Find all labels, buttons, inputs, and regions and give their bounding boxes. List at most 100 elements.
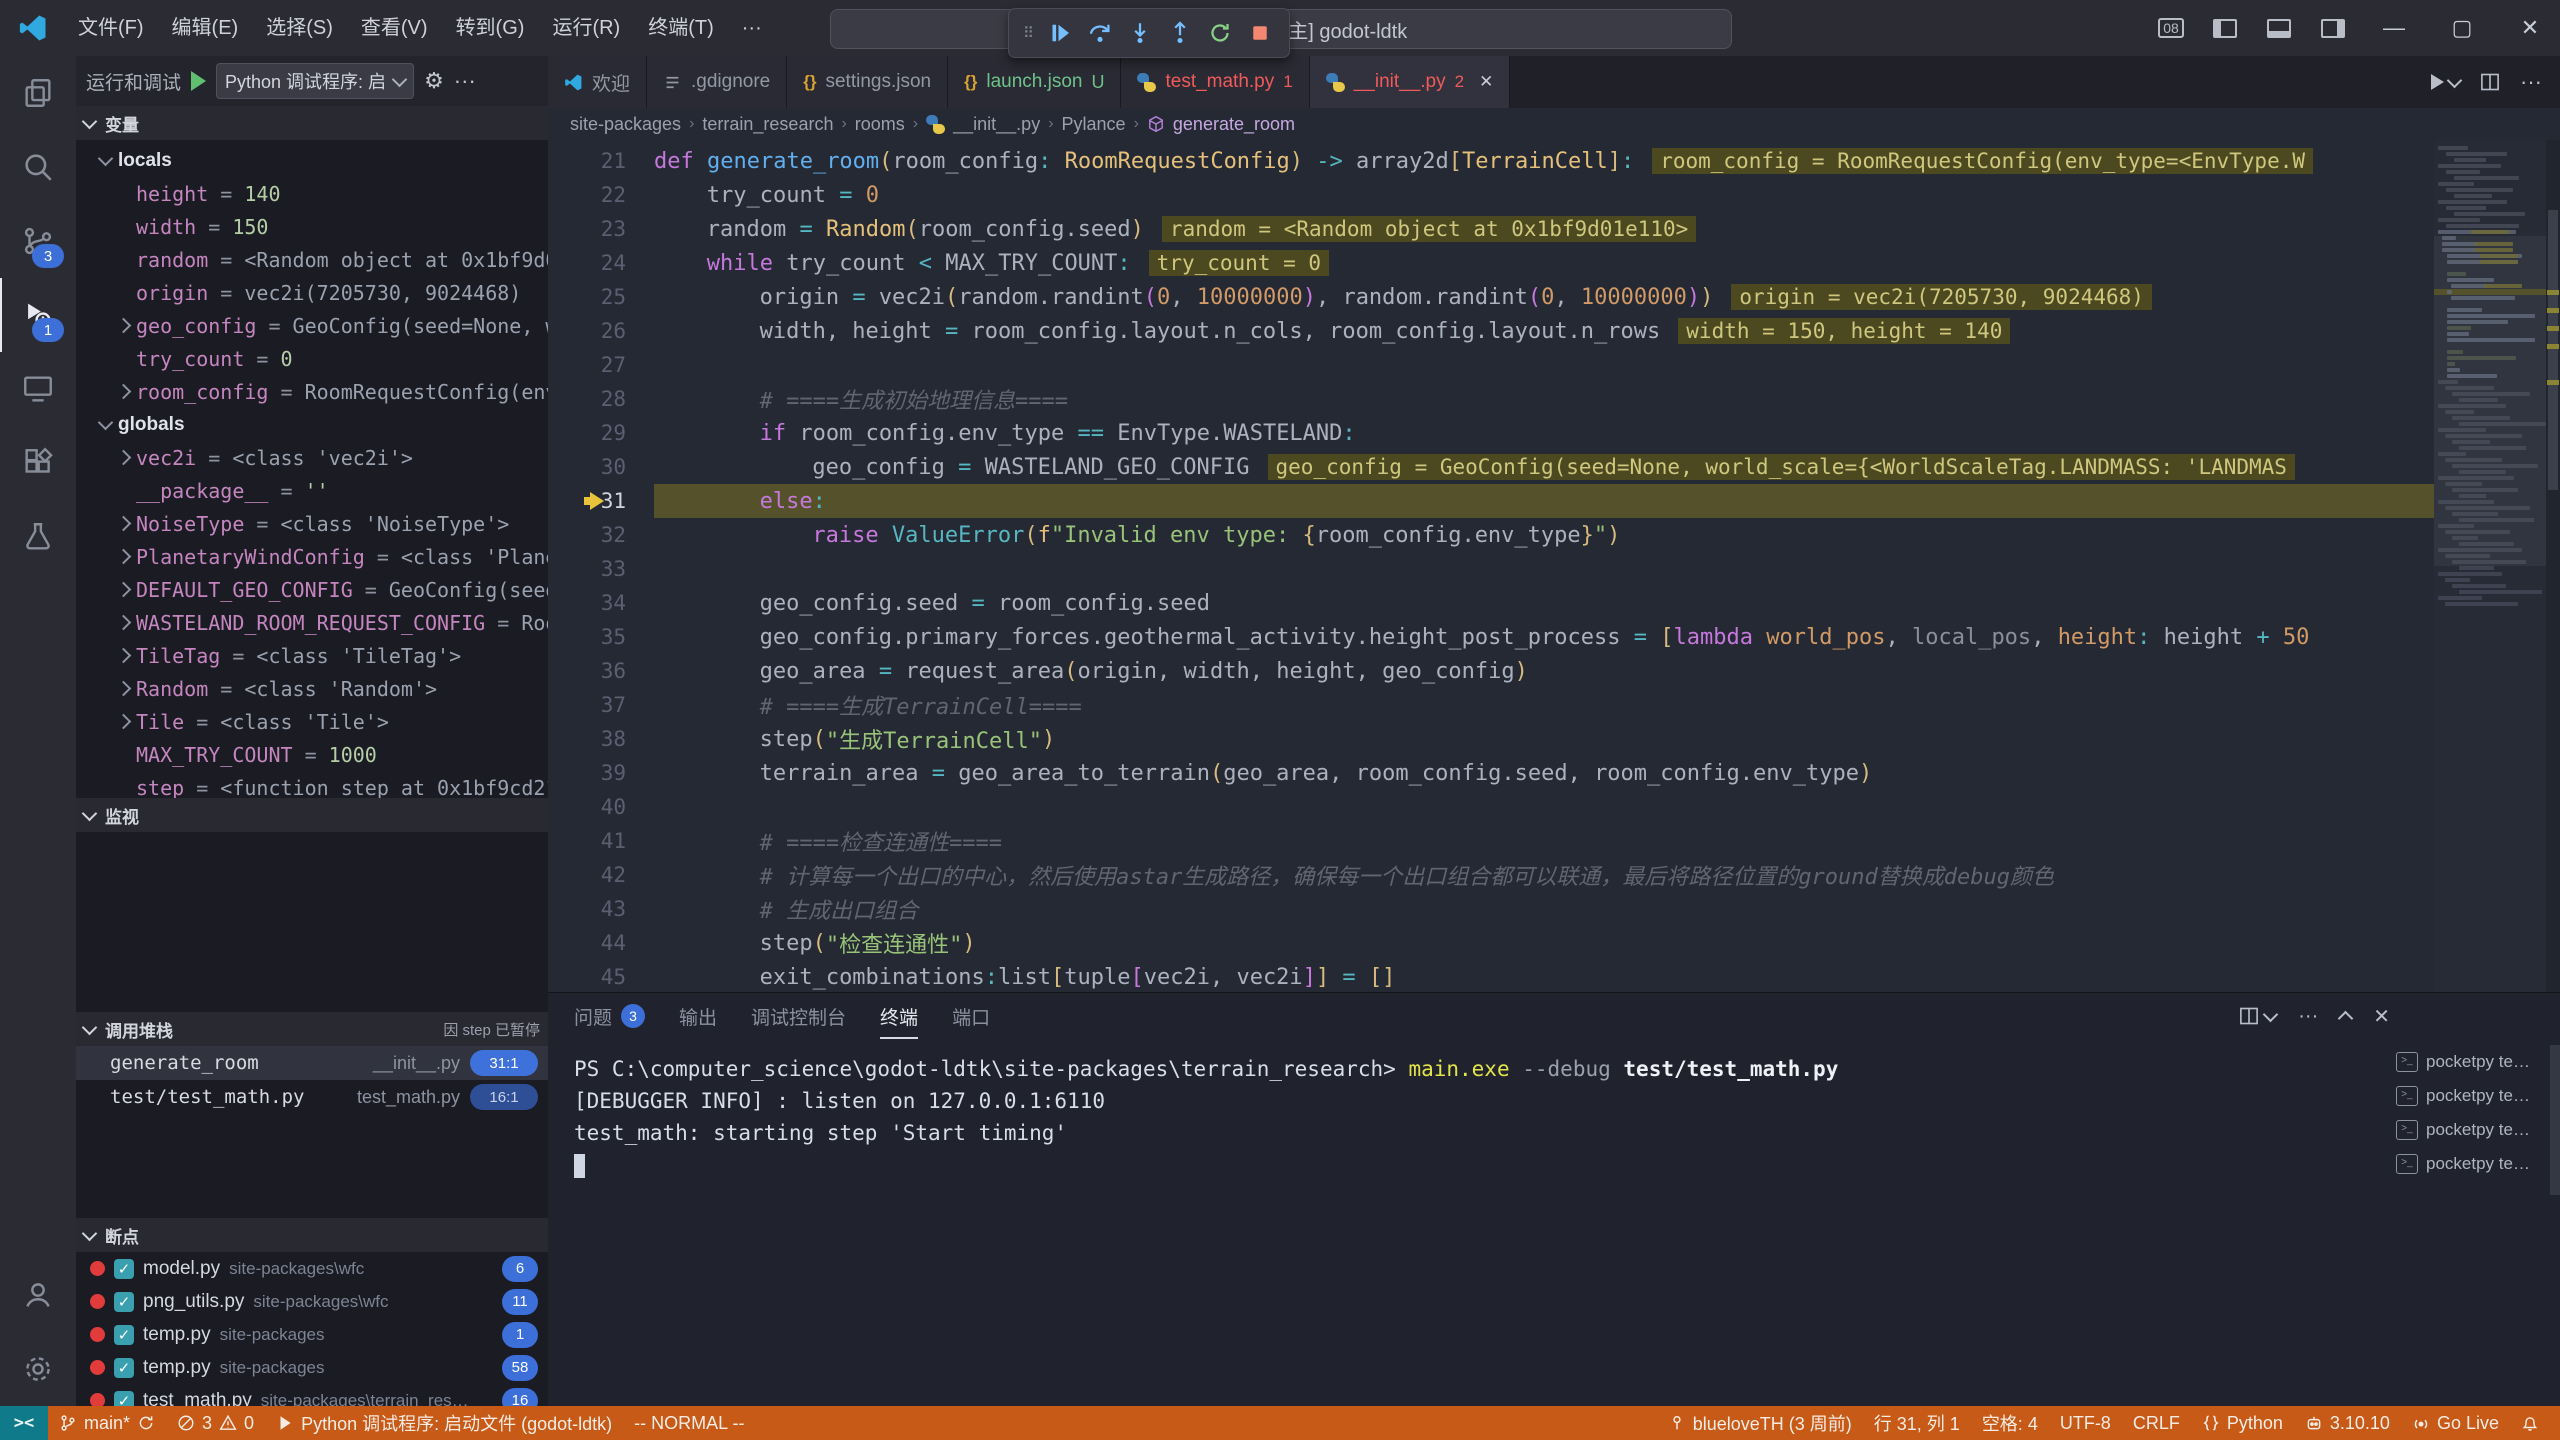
call-stack-frame[interactable]: generate_room__init__.py31:1	[76, 1046, 548, 1080]
breadcrumb-item[interactable]: rooms	[855, 114, 905, 135]
menu-item-7[interactable]: ···	[728, 0, 776, 56]
status-crlf[interactable]: CRLF	[2122, 1406, 2191, 1440]
breakpoint-row[interactable]: ✓png_utils.pysite-packages\wfc11	[76, 1285, 548, 1318]
menu-item-0[interactable]: 文件(F)	[64, 0, 158, 56]
toolbar-drag-handle[interactable]: ⠿	[1021, 30, 1037, 37]
code-line[interactable]: 41# ====检查连通性====	[548, 824, 2434, 858]
variables-group-globals[interactable]: globals	[76, 408, 548, 441]
breakpoints-section-header[interactable]: 断点	[76, 1218, 548, 1252]
breakpoint-row[interactable]: ✓model.pysite-packages\wfc6	[76, 1252, 548, 1285]
checkbox-checked-icon[interactable]: ✓	[114, 1358, 134, 1378]
terminal-list-item[interactable]: >_pocketpy te…	[2396, 1113, 2546, 1147]
watch-section-header[interactable]: 监视	[76, 798, 548, 832]
step-into-button[interactable]	[1123, 14, 1157, 52]
variable-row[interactable]: Random = <class 'Random'>	[76, 672, 548, 705]
close-panel-icon[interactable]: ✕	[2373, 1004, 2390, 1029]
activity-account-icon[interactable]	[0, 1258, 76, 1332]
line-number[interactable]: 40	[548, 795, 654, 819]
variable-row[interactable]: vec2i = <class 'vec2i'>	[76, 441, 548, 474]
line-number[interactable]: 27	[548, 353, 654, 377]
remote-indicator[interactable]: ><	[0, 1406, 48, 1440]
terminal-output[interactable]: PS C:\computer_science\godot-ldtk\site-p…	[574, 1053, 2394, 1393]
tab--[interactable]: 欢迎	[548, 56, 647, 108]
maximize-panel-icon[interactable]	[2338, 1010, 2354, 1026]
panel-more-actions-icon[interactable]: ···	[2298, 1005, 2318, 1028]
code-line[interactable]: 22try_count = 0	[548, 178, 2434, 212]
code-line[interactable]: 45exit_combinations:list[tuple[vec2i, ve…	[548, 960, 2434, 992]
editor-more-actions-icon[interactable]: ···	[2520, 69, 2542, 95]
panel-tab-问题[interactable]: 问题3	[574, 993, 645, 1039]
panel-tab-终端[interactable]: 终端	[880, 993, 918, 1039]
variable-row[interactable]: WASTELAND_ROOM_REQUEST_CONFIG = RoomR…	[76, 606, 548, 639]
variables-section-header[interactable]: 变量	[76, 106, 548, 140]
variable-row[interactable]: geo_config = GeoConfig(seed=None, wor…	[76, 309, 548, 342]
terminal-list-item[interactable]: >_pocketpy te…	[2396, 1147, 2546, 1181]
line-number[interactable]: 34	[548, 591, 654, 615]
line-number[interactable]: 32	[548, 523, 654, 547]
keyboard-badge[interactable]: 08	[2148, 0, 2194, 56]
line-number[interactable]: 42	[548, 863, 654, 887]
terminal-list-item[interactable]: >_pocketpy te…	[2396, 1079, 2546, 1113]
editor-scrollbar[interactable]	[2546, 140, 2560, 992]
code-line[interactable]: 33	[548, 552, 2434, 586]
activity-files-icon[interactable]	[0, 56, 76, 130]
code-line[interactable]: 25origin = vec2i(random.randint(0, 10000…	[548, 280, 2434, 314]
line-number[interactable]: 23	[548, 217, 654, 241]
activity-search-icon[interactable]	[0, 130, 76, 204]
start-debug-icon[interactable]	[191, 71, 206, 91]
status-go-live[interactable]: Go Live	[2401, 1406, 2510, 1440]
status--31-1[interactable]: 行 31, 列 1	[1863, 1406, 1971, 1440]
tab-settings.json[interactable]: {}settings.json	[787, 56, 948, 108]
menu-item-2[interactable]: 选择(S)	[252, 0, 347, 56]
code-line[interactable]: 28# ====生成初始地理信息====	[548, 382, 2434, 416]
status-main-[interactable]: main*	[48, 1406, 166, 1440]
code-line[interactable]: 23random = Random(room_config.seed)rando…	[548, 212, 2434, 246]
variable-row[interactable]: width = 150	[76, 210, 548, 243]
menu-item-1[interactable]: 编辑(E)	[158, 0, 253, 56]
code-line[interactable]: 39terrain_area = geo_area_to_terrain(geo…	[548, 756, 2434, 790]
status-python-godot-ldtk-[interactable]: Python 调试程序: 启动文件 (godot-ldtk)	[265, 1406, 623, 1440]
line-number[interactable]: 24	[548, 251, 654, 275]
continue-button[interactable]	[1043, 14, 1077, 52]
tab-.gdignore[interactable]: .gdignore	[647, 56, 787, 108]
breakpoint-row[interactable]: ✓temp.pysite-packages1	[76, 1318, 548, 1351]
status-python[interactable]: Python	[2191, 1406, 2294, 1440]
code-line[interactable]: 21def generate_room(room_config: RoomReq…	[548, 144, 2434, 178]
step-out-button[interactable]	[1163, 14, 1197, 52]
status-3[interactable]: 30	[166, 1406, 265, 1440]
split-editor-icon[interactable]	[2480, 72, 2500, 92]
variable-row[interactable]: __package__ = ''	[76, 474, 548, 507]
activity-test-beaker-icon[interactable]	[0, 500, 76, 574]
tab-launch.json[interactable]: {}launch.jsonU	[948, 56, 1121, 108]
tab-test_math.py[interactable]: test_math.py1	[1121, 56, 1309, 108]
breakpoint-row[interactable]: ✓test_math.pysite-packages\terrain_res…1…	[76, 1384, 548, 1406]
toggle-panel-icon[interactable]	[2256, 0, 2302, 56]
toggle-secondary-sidebar-icon[interactable]	[2310, 0, 2356, 56]
checkbox-checked-icon[interactable]: ✓	[114, 1391, 134, 1407]
step-over-button[interactable]	[1083, 14, 1117, 52]
breakpoint-row[interactable]: ✓temp.pysite-packages58	[76, 1351, 548, 1384]
menu-item-5[interactable]: 运行(R)	[538, 0, 634, 56]
line-number[interactable]: 38	[548, 727, 654, 751]
code-line[interactable]: 43# 生成出口组合	[548, 892, 2434, 926]
status--4[interactable]: 空格: 4	[1971, 1406, 2049, 1440]
breadcrumb-item[interactable]: __init__.py	[953, 114, 1040, 135]
checkbox-checked-icon[interactable]: ✓	[114, 1325, 134, 1345]
terminal-list-item[interactable]: >_pocketpy te…	[2396, 1045, 2546, 1079]
code-line[interactable]: 29if room_config.env_type == EnvType.WAS…	[548, 416, 2434, 450]
call-stack-frame[interactable]: test/test_math.pytest_math.py16:1	[76, 1080, 548, 1114]
variable-row[interactable]: NoiseType = <class 'NoiseType'>	[76, 507, 548, 540]
code-line[interactable]: 34geo_config.seed = room_config.seed	[548, 586, 2434, 620]
menu-item-6[interactable]: 终端(T)	[634, 0, 728, 56]
status-3-10-10[interactable]: 3.10.10	[2294, 1406, 2401, 1440]
minimap[interactable]	[2434, 140, 2546, 992]
activity-source-control-icon[interactable]: 3	[0, 204, 76, 278]
line-number[interactable]: 21	[548, 149, 654, 173]
status-utf-8[interactable]: UTF-8	[2049, 1406, 2122, 1440]
variable-row[interactable]: DEFAULT_GEO_CONFIG = GeoConfig(seed=1…	[76, 573, 548, 606]
stop-button[interactable]	[1243, 14, 1277, 52]
variable-row[interactable]: PlanetaryWindConfig = <class 'Planeta…	[76, 540, 548, 573]
code-line[interactable]: 31else:	[548, 484, 2434, 518]
variable-row[interactable]: TileTag = <class 'TileTag'>	[76, 639, 548, 672]
code-line[interactable]: 38step("生成TerrainCell")	[548, 722, 2434, 756]
